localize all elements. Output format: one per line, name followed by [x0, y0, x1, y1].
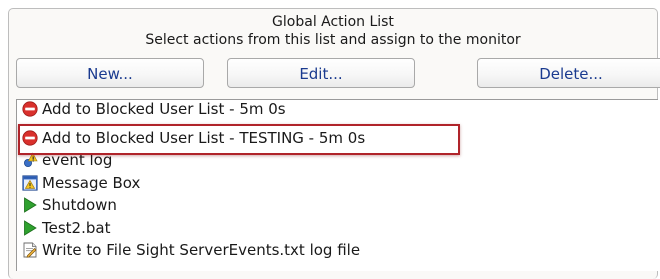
list-item[interactable]: Message Box: [20, 172, 640, 195]
list-item-label: Message Box: [42, 173, 141, 192]
list-item-label: Add to Blocked User List - TESTING - 5m …: [42, 128, 366, 147]
list-item[interactable]: Write to File Sight ServerEvents.txt log…: [20, 239, 640, 262]
list-item[interactable]: Add to Blocked User List - TESTING - 5m …: [20, 127, 640, 150]
action-buttons: New... Edit... Delete...: [16, 58, 660, 90]
write-file-icon: [22, 242, 38, 258]
event-log-icon: [22, 152, 38, 168]
list-item[interactable]: Shutdown: [20, 194, 640, 217]
action-list: Add to Blocked User List - 5m 0s Add to …: [20, 100, 640, 262]
panel-header: Global Action List Select actions from t…: [9, 13, 657, 49]
list-item[interactable]: Test2.bat: [20, 217, 640, 240]
delete-button[interactable]: Delete...: [477, 58, 660, 88]
list-item-label: Write to File Sight ServerEvents.txt log…: [42, 241, 361, 259]
list-item-label: Add to Blocked User List - 5m 0s: [42, 100, 286, 118]
message-box-icon: [22, 174, 38, 191]
list-item[interactable]: Add to Blocked User List - 5m 0s: [20, 100, 640, 127]
blocked-icon: [22, 101, 38, 117]
action-listbox[interactable]: Add to Blocked User List - 5m 0s Add to …: [16, 99, 658, 271]
new-button[interactable]: New...: [16, 58, 204, 88]
list-item-label: Shutdown: [42, 196, 117, 214]
blocked-icon: [22, 129, 38, 146]
list-item-label: event log: [42, 151, 113, 169]
list-item-label: Test2.bat: [42, 218, 111, 237]
play-arrow-icon: [22, 197, 38, 213]
edit-button[interactable]: Edit...: [227, 58, 415, 88]
play-arrow-icon: [22, 219, 38, 236]
panel-subtitle: Select actions from this list and assign…: [145, 32, 521, 48]
panel-title: Global Action List: [272, 14, 394, 30]
list-item[interactable]: event log: [20, 149, 640, 172]
